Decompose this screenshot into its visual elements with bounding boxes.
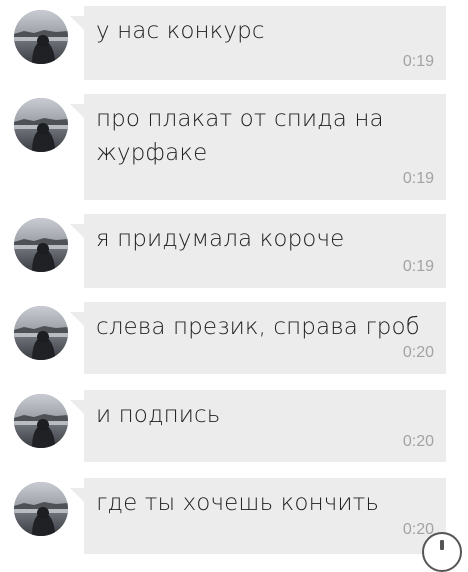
message-time: 0:19	[402, 258, 434, 275]
bubble-tail	[70, 224, 84, 238]
user-avatar-icon[interactable]	[14, 394, 68, 448]
bubble-tail	[70, 104, 84, 118]
message-item: про плакат от спида на журфаке 0:19	[0, 94, 468, 200]
message-time: 0:19	[402, 53, 434, 70]
message-text: и подпись	[96, 402, 221, 428]
user-avatar-icon[interactable]	[14, 10, 68, 64]
message-text: слева презик, справа гроб	[96, 314, 420, 340]
user-avatar-icon[interactable]	[14, 482, 68, 536]
message-text: где ты хочешь кончить	[96, 490, 380, 516]
message-bubble[interactable]: я придумала короче 0:19	[84, 214, 446, 288]
message-text: про плакат от спида на журфаке	[96, 106, 384, 166]
message-item: я придумала короче 0:19	[0, 214, 468, 288]
bubble-tail	[70, 488, 84, 502]
message-item: где ты хочешь кончить 0:20	[0, 478, 468, 554]
bubble-tail	[70, 400, 84, 414]
chat-message-list[interactable]: у нас конкурс 0:19 про плакат от спида н…	[0, 0, 468, 572]
info-icon[interactable]	[422, 532, 462, 572]
message-item: и подпись 0:20	[0, 390, 468, 462]
message-text: у нас конкурс	[96, 18, 265, 44]
bubble-tail	[70, 312, 84, 326]
message-bubble[interactable]: у нас конкурс 0:19	[84, 6, 446, 80]
message-bubble[interactable]: где ты хочешь кончить 0:20	[84, 478, 446, 554]
message-time: 0:20	[402, 344, 434, 361]
message-time: 0:19	[402, 170, 434, 187]
message-text: я придумала короче	[96, 226, 345, 252]
message-bubble[interactable]: про плакат от спида на журфаке 0:19	[84, 94, 446, 200]
bubble-tail	[70, 16, 84, 30]
message-bubble[interactable]: слева презик, справа гроб 0:20	[84, 302, 446, 374]
user-avatar-icon[interactable]	[14, 218, 68, 272]
message-time: 0:20	[402, 433, 434, 450]
user-avatar-icon[interactable]	[14, 98, 68, 152]
user-avatar-icon[interactable]	[14, 306, 68, 360]
message-bubble[interactable]: и подпись 0:20	[84, 390, 446, 462]
message-item: у нас конкурс 0:19	[0, 6, 468, 80]
message-item: слева презик, справа гроб 0:20	[0, 302, 468, 374]
